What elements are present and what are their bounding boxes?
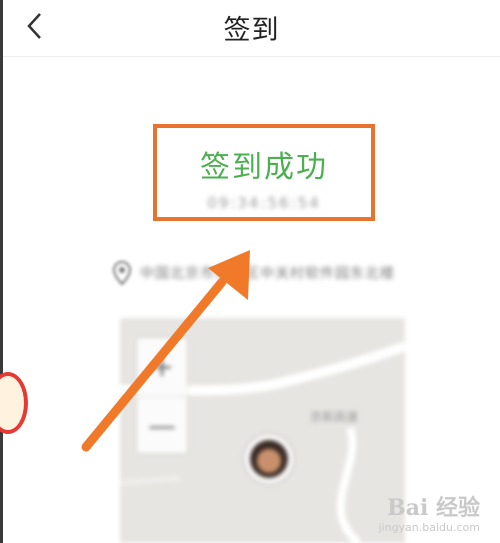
header-bar: 签到 <box>3 0 500 57</box>
checkin-result-box: 签到成功 09:34:56:54 <box>153 124 375 221</box>
location-address: 中国北京市海淀区中关村软件园东北楼 <box>140 266 395 282</box>
checkin-status-text: 签到成功 <box>200 150 328 185</box>
zoom-in-label: + <box>150 350 174 383</box>
map-view[interactable]: + — 京新高速 <box>120 318 405 543</box>
baidu-watermark: Bai 经验 jingyan.baidu.com <box>378 497 480 533</box>
user-avatar-marker[interactable] <box>245 435 293 483</box>
map-road-label: 京新高速 <box>310 410 359 424</box>
side-sticker-decoration <box>0 372 28 434</box>
zoom-out-label: — <box>148 409 176 442</box>
avatar <box>250 440 288 478</box>
location-pin-icon <box>112 260 132 286</box>
zoom-controls: + — <box>137 338 187 453</box>
page-title: 签到 <box>223 15 280 46</box>
watermark-brand: Bai 经验 <box>387 495 480 521</box>
zoom-out-button[interactable]: — <box>137 396 187 454</box>
checkin-time-text: 09:34:56:54 <box>207 194 321 212</box>
watermark-url: jingyan.baidu.com <box>378 521 480 534</box>
location-row: 中国北京市海淀区中关村软件园东北楼 <box>112 258 432 288</box>
zoom-in-button[interactable]: + <box>137 338 187 395</box>
device-left-edge <box>0 0 3 543</box>
